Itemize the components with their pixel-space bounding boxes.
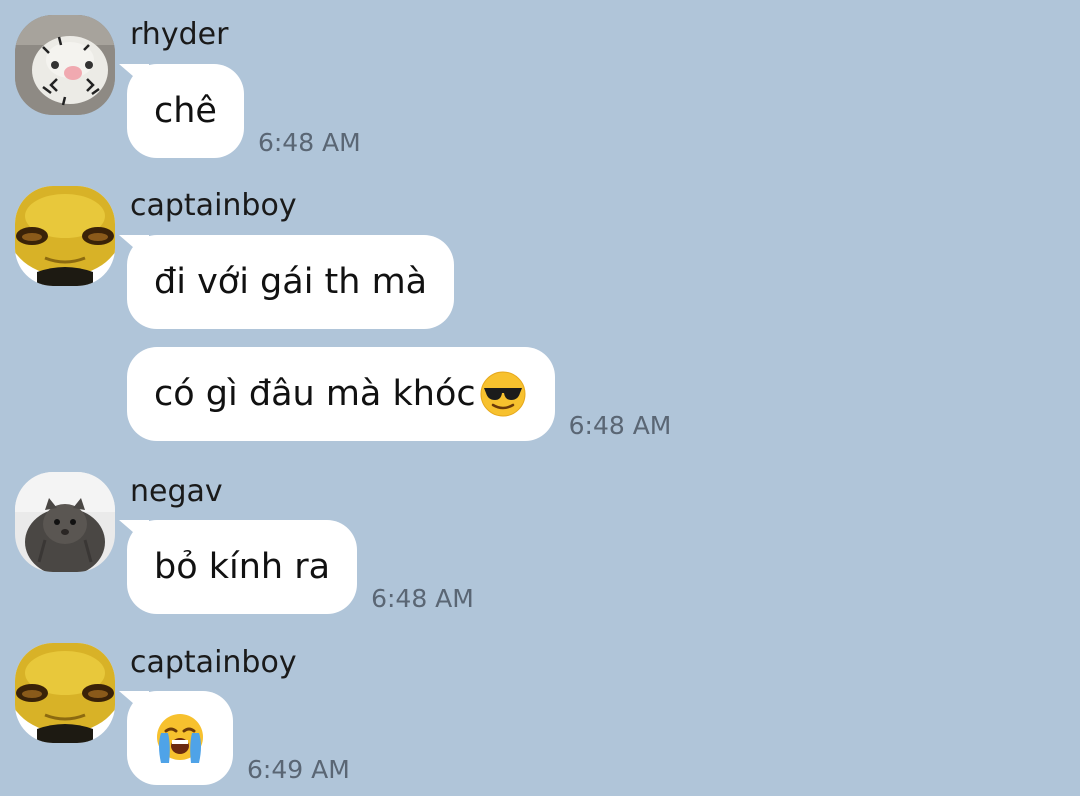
message-text: đi với gái th mà: [154, 262, 428, 302]
message-timestamp: 6:48 AM: [371, 584, 474, 613]
sender-name: captainboy: [130, 188, 297, 223]
yellow-creature-avatar[interactable]: [15, 186, 115, 286]
message-row: đi với gái th mà: [127, 235, 455, 329]
yellow-creature-avatar[interactable]: [15, 643, 115, 743]
message-row: 6:49 AM: [127, 691, 350, 785]
message-text: bỏ kính ra: [154, 547, 331, 587]
message-row: chê 6:48 AM: [127, 64, 361, 158]
sender-name: rhyder: [130, 17, 229, 52]
message-timestamp: 6:48 AM: [568, 411, 672, 440]
wet-cat-avatar-image: [15, 472, 115, 572]
message-timestamp: 6:49 AM: [247, 755, 350, 784]
message-bubble[interactable]: bỏ kính ra: [127, 520, 358, 614]
smiling-face-with-sunglasses-emoji: [476, 369, 528, 419]
message-bubble[interactable]: có gì đâu mà khóc: [127, 347, 555, 441]
message-text: có gì đâu mà khóc: [154, 374, 476, 414]
sender-name: negav: [130, 474, 223, 509]
message-timestamp: 6:48 AM: [257, 128, 361, 157]
chat-message-list[interactable]: rhyder chê 6:48 AM captainboy đi với gái…: [0, 0, 1080, 796]
message-row: bỏ kính ra 6:48 AM: [127, 520, 474, 614]
cat-face-avatar-image: [15, 15, 115, 115]
yellow-creature-avatar-image: [15, 643, 115, 743]
wet-cat-avatar[interactable]: [15, 472, 115, 572]
message-bubble[interactable]: đi với gái th mà: [127, 235, 455, 329]
yellow-creature-avatar-image: [15, 186, 115, 286]
sender-name: captainboy: [130, 645, 297, 680]
message-bubble[interactable]: [127, 691, 233, 785]
message-bubble[interactable]: chê: [127, 64, 244, 158]
message-text: chê: [154, 91, 217, 131]
message-row: có gì đâu mà khóc 6:48 AM: [127, 347, 671, 441]
loudly-crying-face-emoji: [153, 711, 207, 765]
cat-face-avatar[interactable]: [15, 15, 115, 115]
